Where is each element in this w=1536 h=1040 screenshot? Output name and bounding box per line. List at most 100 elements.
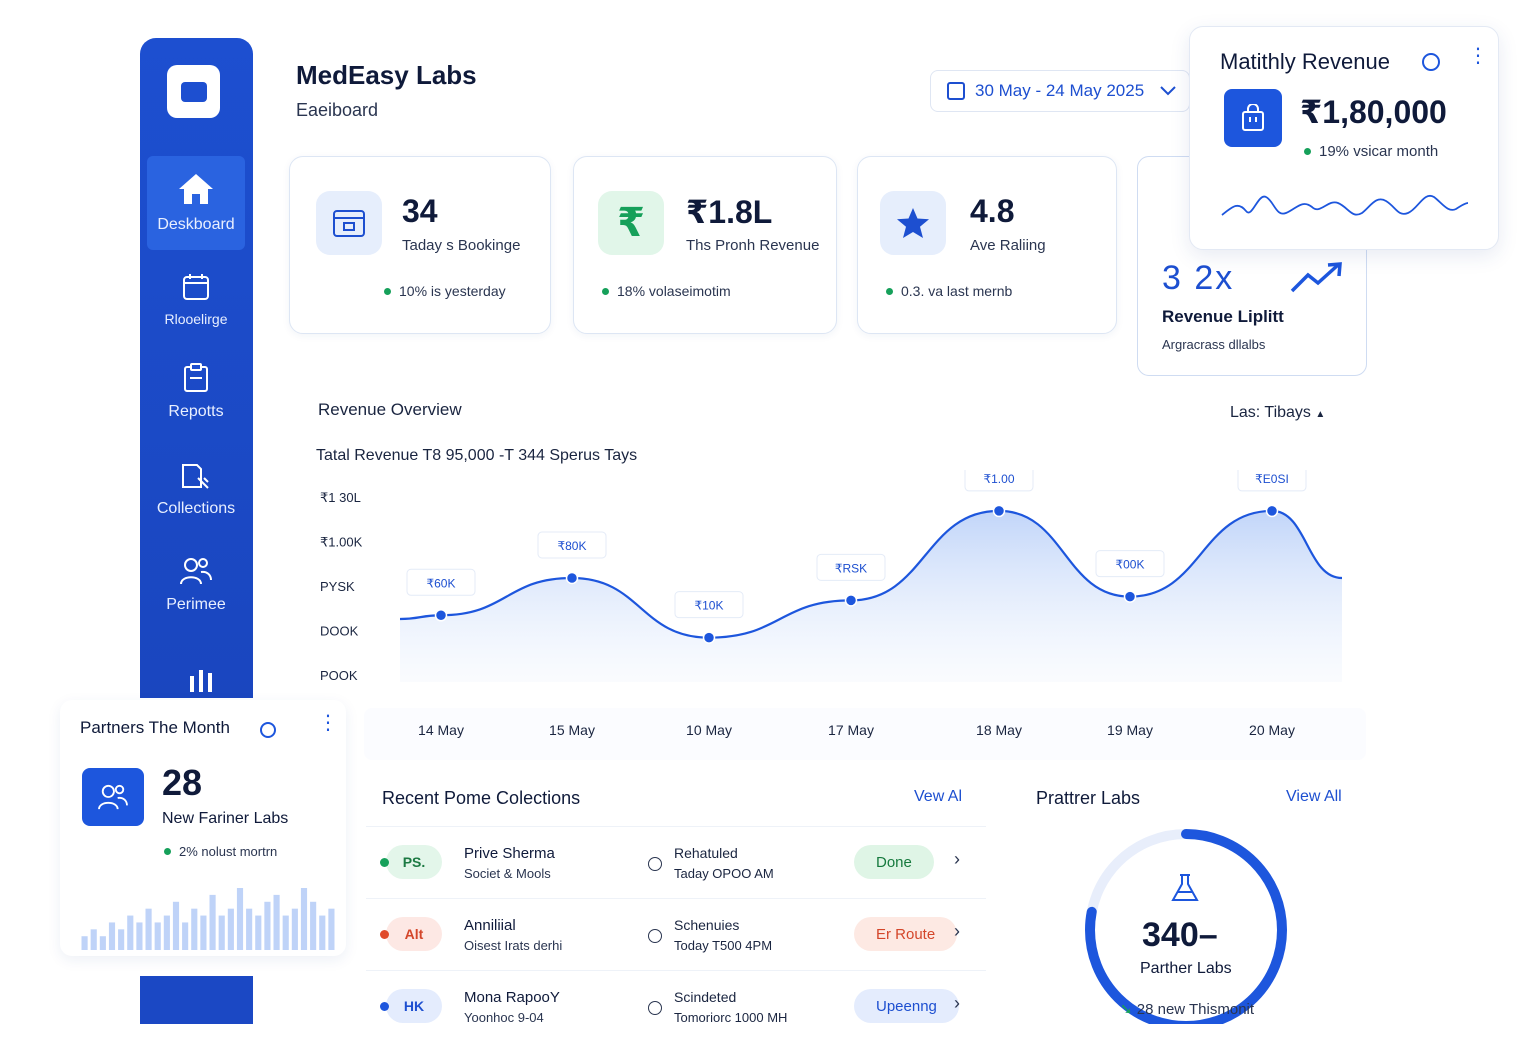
x-tick-label: 20 May — [1249, 722, 1295, 738]
chevron-right-icon[interactable]: › — [954, 921, 960, 942]
lift-value: 3 2x — [1162, 259, 1235, 297]
partners-bar — [154, 922, 161, 950]
info-icon[interactable] — [1422, 53, 1440, 71]
partners-month-card[interactable]: Partners The Month ⋮ 28 New Fariner Labs… — [60, 700, 346, 956]
collection-subtext: Oisest Irats derhi — [464, 938, 563, 953]
collection-row[interactable]: PS. Prive Sherma Societ & Mools Rehatule… — [366, 826, 986, 896]
stat-label: Taday s Bookinge — [402, 237, 521, 254]
partners-title: Partners The Month — [80, 718, 230, 737]
partners-bar — [163, 915, 170, 950]
partners-bar — [172, 901, 180, 950]
stat-note: 18% volaseimotim — [602, 283, 731, 299]
sidebar-item-bookings[interactable]: Rlooelirge — [147, 253, 245, 347]
page-title: MedEasy Labs — [296, 60, 477, 90]
sidebar-item-collections[interactable]: Collections — [147, 443, 245, 537]
partners-bar — [127, 915, 134, 950]
sidebar: Deskboard Rlooelirge Repotts Collections… — [140, 38, 253, 698]
data-label: ₹RSK — [835, 561, 867, 575]
avatar: Alt — [380, 917, 442, 951]
calendar-icon — [947, 82, 965, 100]
stat-value: 4.8 — [970, 193, 1015, 229]
avatar-initials: Alt — [404, 926, 424, 942]
status-dot — [380, 858, 389, 867]
data-point — [1123, 590, 1137, 603]
y-tick-label: ₹1.00K — [320, 535, 363, 550]
collection-subtext: Societ & Mools — [464, 866, 551, 881]
stat-note: 10% is yesterday — [384, 283, 506, 299]
partners-bar — [90, 929, 97, 950]
users-icon — [180, 558, 212, 585]
partner-labs-label: Parther Labs — [1140, 960, 1232, 977]
users-icon — [82, 768, 144, 826]
partners-bar — [264, 901, 271, 950]
monthly-sparkline — [1221, 194, 1469, 216]
partner-labs-title: Prattrer Labs — [1036, 788, 1141, 808]
partners-bar — [328, 908, 335, 950]
collection-time: Today T500 4PM — [674, 938, 773, 953]
more-icon[interactable]: ⋮ — [318, 713, 338, 733]
info-icon[interactable] — [260, 722, 276, 738]
partners-bar — [99, 936, 106, 950]
status-badge: Upeenng — [854, 989, 959, 1023]
stat-card-rating[interactable]: 4.8 Ave Raliing 0.3. va last mernb — [857, 156, 1117, 334]
x-tick-label: 19 May — [1107, 722, 1153, 738]
report-icon — [184, 363, 208, 392]
rupee-icon: ₹ — [598, 191, 664, 255]
partners-bar — [200, 915, 207, 950]
partners-bar — [246, 908, 253, 950]
monthly-note: 19% vsicar month — [1304, 143, 1438, 160]
clock-icon — [648, 929, 662, 943]
partner-labs-view-all-link[interactable]: View All — [1286, 788, 1342, 806]
data-label: ₹80K — [558, 539, 587, 553]
partners-bar — [300, 888, 308, 950]
shopping-bag-icon — [1224, 89, 1282, 147]
stat-note: 0.3. va last mernb — [886, 283, 1012, 299]
collections-view-all-link[interactable]: Vew Al — [914, 788, 962, 806]
partners-bar — [282, 915, 289, 950]
chevron-down-icon — [1160, 86, 1176, 96]
y-tick-label: DOOK — [320, 624, 359, 639]
collections-title: Recent Pome Colections — [382, 788, 581, 808]
x-tick-label: 10 May — [686, 722, 732, 738]
stat-label: Ths Pronh Revenue — [686, 237, 820, 254]
partners-value: 28 — [162, 762, 203, 803]
collection-name: Anniliial — [464, 917, 516, 934]
partners-bar — [227, 908, 234, 950]
data-point — [702, 631, 716, 644]
sidebar-item-dashboard[interactable]: Deskboard — [147, 156, 245, 250]
chart-range-selector[interactable]: Las: Tibays ▲ — [1230, 404, 1325, 422]
booking-icon — [316, 191, 382, 255]
status-badge: Er Route — [854, 917, 958, 951]
partner-labs-note: ➘ 28 new Thismonit — [1120, 1001, 1255, 1018]
date-range-picker[interactable]: 30 May - 24 May 2025 — [930, 70, 1190, 112]
stat-card-revenue[interactable]: ₹ ₹1.8L Ths Pronh Revenue 18% volaseimot… — [573, 156, 837, 334]
data-label: ₹60K — [427, 576, 456, 590]
x-tick-label: 17 May — [828, 722, 874, 738]
monthly-revenue-card[interactable]: Matithly Revenue ⋮ ₹1,80,000 19% vsicar … — [1189, 26, 1499, 250]
collection-time-label: Rehatuled — [674, 845, 738, 861]
bar-chart-icon[interactable] — [188, 668, 214, 692]
avatar-initials: PS. — [402, 854, 426, 870]
chevron-right-icon[interactable]: › — [954, 849, 960, 870]
partners-bar — [218, 915, 225, 950]
collection-row[interactable]: HK Mona RapooY Yoonhoc 9-04 Scindeted To… — [366, 970, 986, 1040]
more-icon[interactable]: ⋮ — [1468, 46, 1488, 66]
partners-bar — [291, 908, 298, 950]
logo-mark — [180, 81, 207, 102]
data-point — [434, 609, 448, 622]
collection-time-label: Scindeted — [674, 989, 737, 1005]
y-tick-label: PYSK — [320, 579, 355, 594]
collection-subtext: Yoonhoc 9-04 — [464, 1010, 544, 1025]
collections-icon — [182, 464, 209, 489]
sidebar-item-reports[interactable]: Repotts — [147, 345, 245, 439]
partners-bar — [209, 894, 216, 950]
sidebar-item-partners[interactable]: Perimee — [147, 538, 245, 632]
stat-card-bookings[interactable]: 34 Taday s Bookinge 10% is yesterday — [289, 156, 551, 334]
chevron-right-icon[interactable]: › — [954, 993, 960, 1014]
collection-row[interactable]: Alt Anniliial Oisest Irats derhi Schenui… — [366, 898, 986, 968]
partners-bar — [310, 901, 317, 950]
partners-bar — [145, 908, 152, 950]
app-logo[interactable] — [167, 65, 220, 118]
partners-bar-chart — [81, 888, 335, 950]
y-tick-label: POOK — [320, 668, 358, 683]
